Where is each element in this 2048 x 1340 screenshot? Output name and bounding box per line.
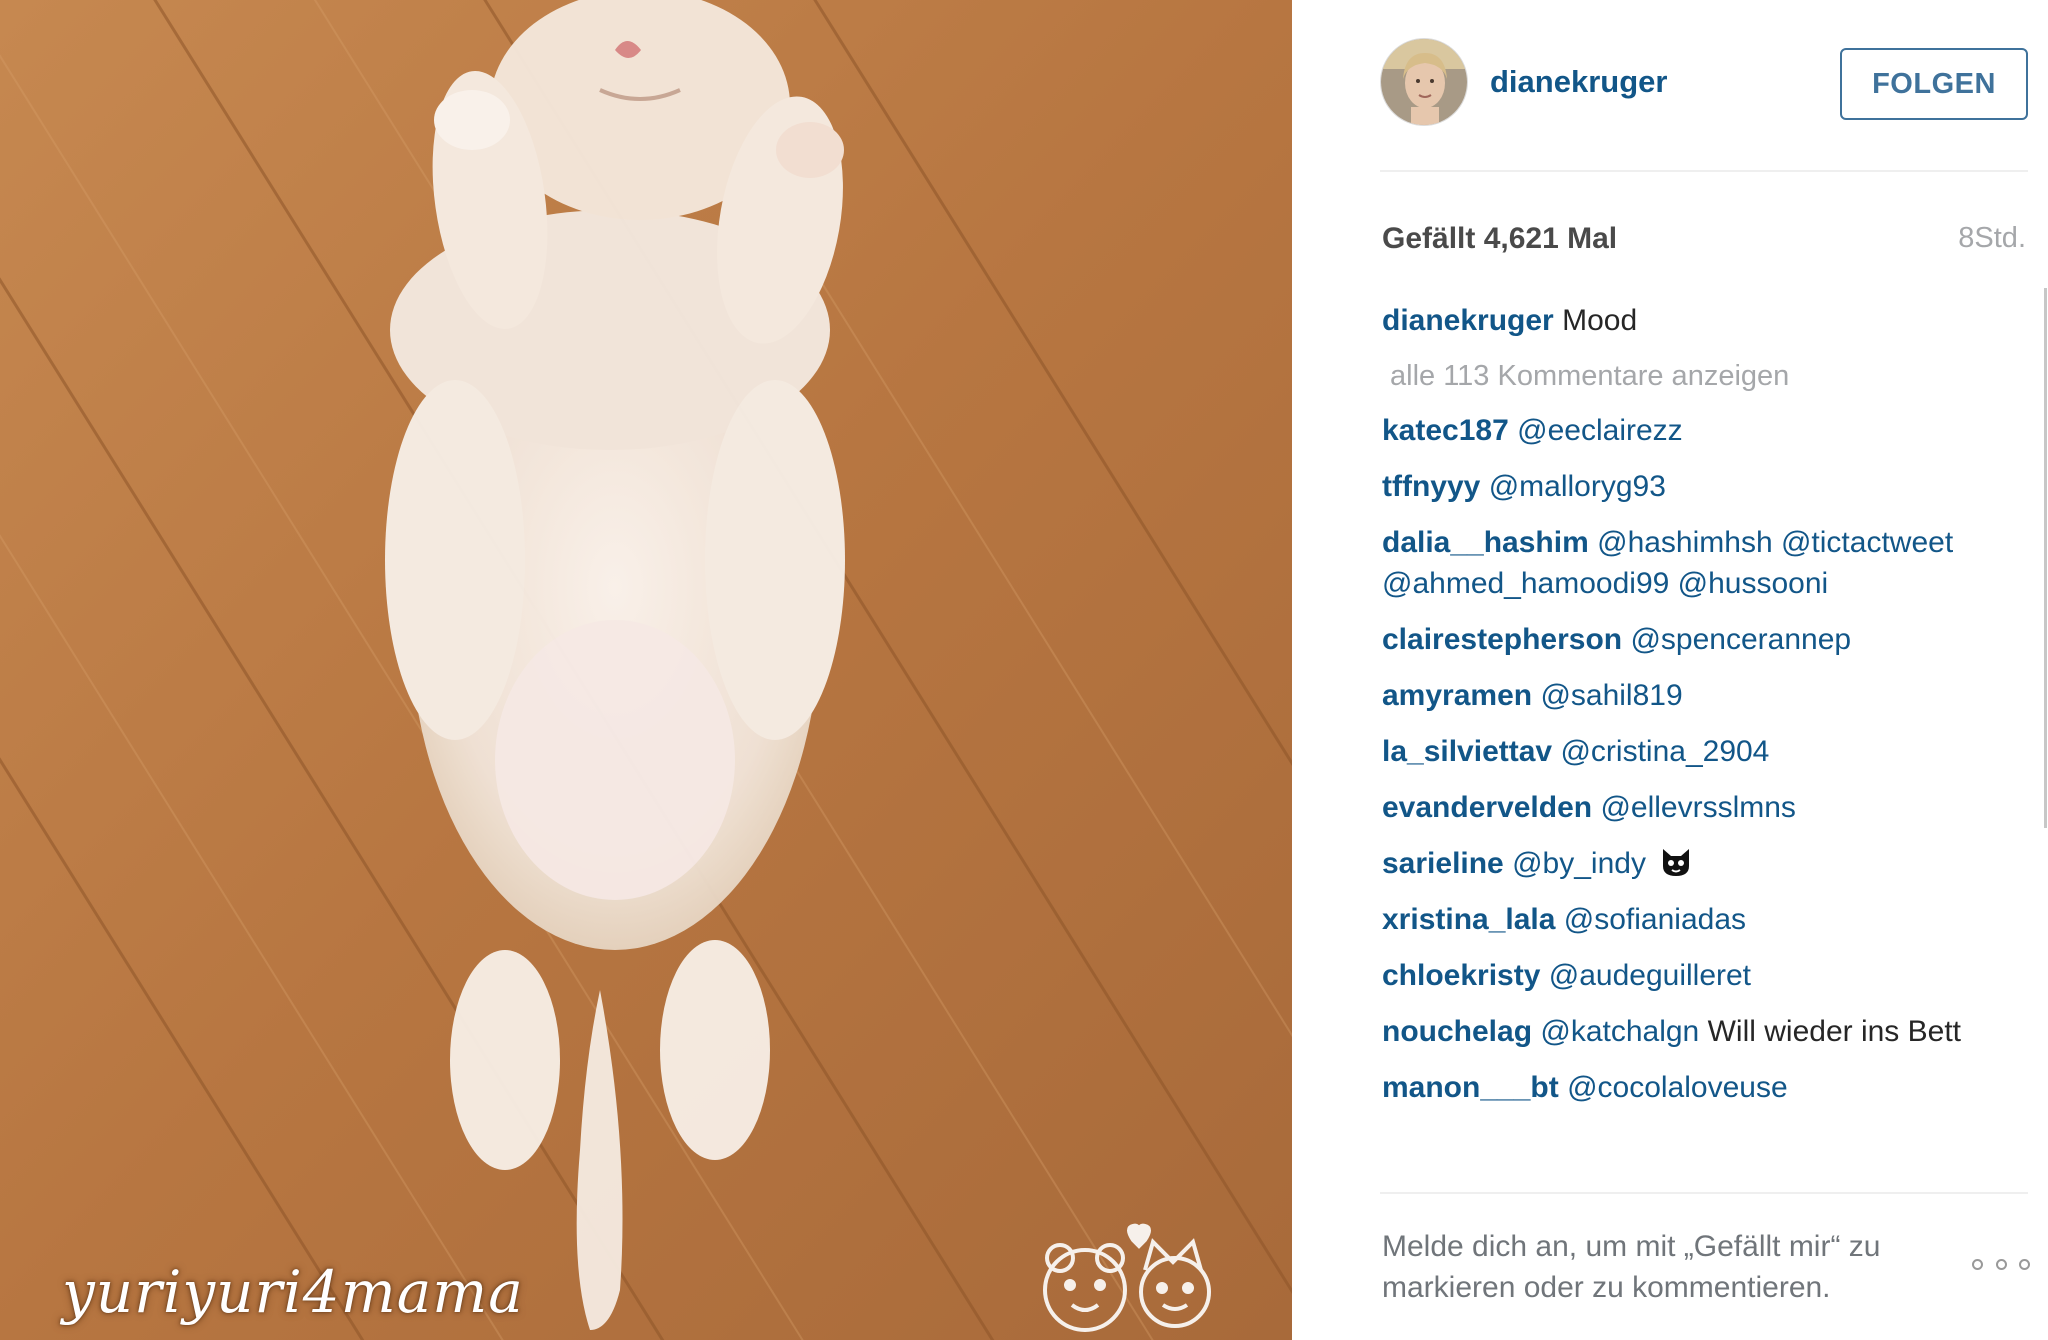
footer-divider	[1380, 1192, 2028, 1194]
username-link[interactable]: dianekruger	[1490, 64, 1667, 100]
comment-user[interactable]: tffnyyy	[1382, 470, 1480, 503]
comment-user[interactable]: katec187	[1382, 414, 1509, 447]
comment-item: clairestepherson @spencerannep	[1382, 619, 1988, 660]
comment-mention[interactable]: @ellevrsslmns	[1600, 791, 1795, 824]
comment-user[interactable]: manon___bt	[1382, 1071, 1559, 1104]
comment-user[interactable]: dalia__hashim	[1382, 526, 1589, 559]
comment-user[interactable]: evandervelden	[1382, 791, 1592, 824]
comment-user[interactable]: chloekristy	[1382, 959, 1540, 992]
comment-item: xristina_lala @sofianiadas	[1382, 899, 1988, 940]
comment-mention[interactable]: @audeguilleret	[1549, 959, 1751, 992]
more-options-icon[interactable]	[1972, 1252, 2030, 1276]
caption-user[interactable]: dianekruger	[1382, 304, 1554, 337]
comment-user[interactable]: la_silviettav	[1382, 735, 1552, 768]
login-prompt[interactable]: Melde dich an, um mit „Gefällt mir“ zu m…	[1382, 1226, 1942, 1308]
cat-face-icon	[1663, 849, 1690, 876]
comment-item: katec187 @eeclairezz	[1382, 410, 1988, 451]
likes-count[interactable]: Gefällt 4,621 Mal	[1382, 222, 1617, 256]
post-timestamp[interactable]: 8Std.	[1958, 222, 2026, 255]
comment-item: manon___bt @cocolaloveuse	[1382, 1067, 1988, 1108]
comment-mention[interactable]: @spencerannep	[1630, 623, 1851, 656]
dot	[2019, 1258, 2030, 1270]
avatar-image	[1381, 39, 1467, 125]
comment-user[interactable]: clairestepherson	[1382, 623, 1622, 656]
comment-item: tffnyyy @malloryg93	[1382, 466, 1988, 507]
comment-mention[interactable]: @cristina_2904	[1560, 735, 1769, 768]
comment-mention[interactable]: @sofianiadas	[1564, 903, 1746, 936]
comment-list: dianekruger Mood alle 113 Kommentare anz…	[1382, 300, 1988, 1123]
comment-item: nouchelag @katchalgn Will wieder ins Bet…	[1382, 1011, 1988, 1052]
comment-mention[interactable]: @by_indy	[1512, 847, 1646, 880]
comment-item: chloekristy @audeguilleret	[1382, 955, 1988, 996]
avatar[interactable]	[1380, 38, 1468, 126]
comment-mention[interactable]: @sahil819	[1540, 679, 1682, 712]
comments-scrollbar[interactable]	[2044, 288, 2047, 828]
comment-item: sarieline @by_indy	[1382, 843, 1988, 884]
caption-text: Mood	[1562, 304, 1638, 337]
comment-item: evandervelden @ellevrsslmns	[1382, 787, 1988, 828]
post-info-panel: dianekruger FOLGEN Gefällt 4,621 Mal 8St…	[1292, 0, 2048, 1340]
comment-user[interactable]: amyramen	[1382, 679, 1532, 712]
comment-item: la_silviettav @cristina_2904	[1382, 731, 1988, 772]
comment-mention[interactable]: @eeclairezz	[1517, 414, 1683, 447]
comment-user[interactable]: xristina_lala	[1382, 903, 1555, 936]
photo-watermark: yuriyuri4mama	[62, 1258, 524, 1326]
header-divider	[1380, 170, 2028, 172]
follow-button[interactable]: FOLGEN	[1840, 48, 2028, 120]
comment-mention[interactable]: @malloryg93	[1489, 470, 1666, 503]
comment-item: amyramen @sahil819	[1382, 675, 1988, 716]
kitten-photo-illustration	[0, 0, 1292, 1340]
comments-fade	[1292, 1170, 2048, 1194]
comment-item: dalia__hashim @hashimhsh @tictactweet @a…	[1382, 522, 1988, 604]
dot	[1972, 1258, 1983, 1270]
caption: dianekruger Mood	[1382, 300, 1988, 341]
post-photo[interactable]: yuriyuri4mama	[0, 0, 1292, 1340]
dot	[1995, 1258, 2007, 1270]
comment-user[interactable]: sarieline	[1382, 847, 1504, 880]
show-all-comments-link[interactable]: alle 113 Kommentare anzeigen	[1390, 356, 1988, 397]
comment-mention[interactable]: @cocolaloveuse	[1567, 1071, 1788, 1104]
comment-mention[interactable]: @katchalgn	[1540, 1015, 1699, 1048]
comment-user[interactable]: nouchelag	[1382, 1015, 1532, 1048]
comment-text: Will wieder ins Bett	[1707, 1015, 1961, 1048]
